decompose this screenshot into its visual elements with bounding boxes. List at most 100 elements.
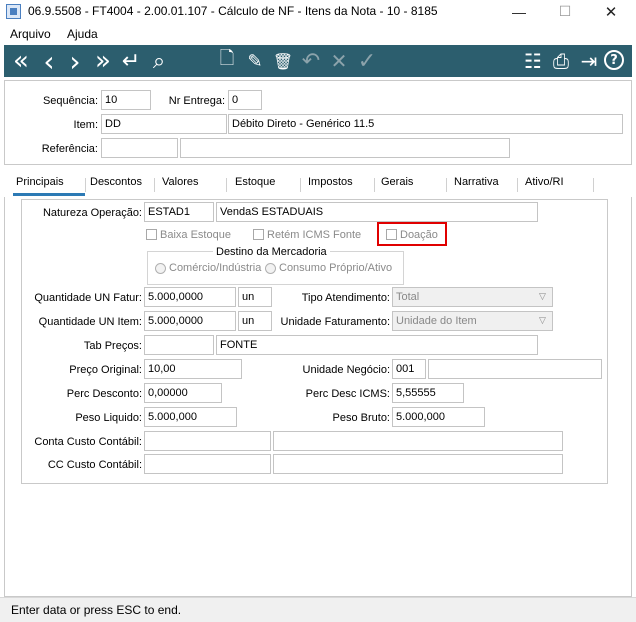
nr-entrega-field[interactable]: 0 bbox=[228, 90, 262, 110]
qtd-item-unit-field[interactable]: un bbox=[238, 311, 272, 331]
sequencia-label: Sequência: bbox=[42, 95, 98, 107]
tab-narrativa[interactable]: Narrativa bbox=[454, 176, 499, 188]
tipo-atendimento-value: Total bbox=[396, 291, 420, 303]
tipo-atendimento-label: Tipo Atendimento: bbox=[301, 292, 390, 304]
referencia-description-field[interactable] bbox=[180, 138, 510, 158]
tab-descontos[interactable]: Descontos bbox=[90, 176, 142, 188]
help-icon[interactable]: ? bbox=[604, 50, 624, 70]
tab-separator bbox=[226, 178, 227, 192]
tab-impostos[interactable]: Impostos bbox=[308, 176, 353, 188]
undo-icon[interactable]: ↶ bbox=[298, 48, 324, 74]
doacao-label: Doação bbox=[400, 229, 438, 241]
unidade-faturamento-value: Unidade do Item bbox=[396, 315, 477, 327]
tab-separator bbox=[593, 178, 594, 192]
tree-icon[interactable]: ☷ bbox=[520, 48, 546, 74]
title-bar: 06.9.5508 - FT4004 - 2.00.01.107 - Cálcu… bbox=[0, 0, 636, 23]
new-record-icon[interactable]: 🗋 bbox=[214, 48, 240, 74]
search-icon[interactable]: ⌕ bbox=[146, 48, 172, 74]
referencia-field[interactable] bbox=[101, 138, 178, 158]
close-button[interactable]: ✕ bbox=[588, 0, 634, 23]
referencia-label: Referência: bbox=[41, 143, 98, 155]
first-record-icon[interactable]: « bbox=[8, 46, 34, 76]
tab-separator bbox=[85, 178, 86, 192]
last-record-icon[interactable]: » bbox=[90, 46, 116, 76]
tab-bar: Principais Descontos Valores Estoque Imp… bbox=[4, 172, 632, 196]
unidade-negocio-label: Unidade Negócio: bbox=[302, 364, 390, 376]
exit-icon[interactable]: ⇥ bbox=[576, 48, 602, 74]
peso-liquido-field[interactable]: 5.000,000 bbox=[144, 407, 237, 427]
perc-desconto-field[interactable]: 0,00000 bbox=[144, 383, 222, 403]
chevron-down-icon: ▽ bbox=[539, 291, 546, 301]
tab-estoque[interactable]: Estoque bbox=[235, 176, 275, 188]
unidade-negocio-description-field[interactable] bbox=[428, 359, 602, 379]
retem-icms-checkbox[interactable] bbox=[253, 229, 264, 240]
conta-custo-description-field[interactable] bbox=[273, 431, 563, 451]
confirm-icon[interactable]: ✓ bbox=[354, 48, 380, 74]
tab-ativo-ri[interactable]: Ativo/RI bbox=[525, 176, 564, 188]
maximize-button[interactable]: ☐ bbox=[542, 0, 588, 23]
conta-custo-label: Conta Custo Contábil: bbox=[34, 436, 142, 448]
tab-principais[interactable]: Principais bbox=[16, 176, 64, 188]
tab-precos-description-field[interactable]: FONTE bbox=[216, 335, 538, 355]
print-icon[interactable]: ⎙ bbox=[548, 48, 574, 74]
peso-bruto-label: Peso Bruto: bbox=[332, 412, 390, 424]
tab-separator bbox=[517, 178, 518, 192]
natureza-description-field[interactable]: VendaS ESTADUAIS bbox=[216, 202, 538, 222]
qtd-item-field[interactable]: 5.000,0000 bbox=[144, 311, 236, 331]
delete-record-icon[interactable]: 🗑 bbox=[270, 48, 296, 74]
natureza-code-field[interactable]: ESTAD1 bbox=[144, 202, 214, 222]
comercio-industria-radio[interactable] bbox=[155, 263, 166, 274]
tab-gerais[interactable]: Gerais bbox=[381, 176, 413, 188]
toolbar: « ‹ › » ↵ ⌕ 🗋 ✎ 🗑 ↶ ✕ ✓ ☷ ⎙ ⇥ ? bbox=[4, 45, 632, 78]
perc-desconto-label: Perc Desconto: bbox=[66, 388, 142, 400]
app-icon bbox=[6, 4, 21, 19]
preco-original-field[interactable]: 10,00 bbox=[144, 359, 242, 379]
qtd-fatur-field[interactable]: 5.000,0000 bbox=[144, 287, 236, 307]
item-description-field[interactable]: Débito Direto - Genérico 11.5 bbox=[228, 114, 623, 134]
item-label: Item: bbox=[73, 119, 98, 131]
unidade-faturamento-select[interactable]: Unidade do Item ▽ bbox=[392, 311, 553, 331]
qtd-fatur-unit-field[interactable]: un bbox=[238, 287, 272, 307]
item-code-field[interactable]: DD bbox=[101, 114, 227, 134]
menu-ajuda[interactable]: Ajuda bbox=[67, 27, 98, 41]
tipo-atendimento-select[interactable]: Total ▽ bbox=[392, 287, 553, 307]
status-bar: Enter data or press ESC to end. bbox=[0, 597, 636, 622]
retem-icms-label: Retém ICMS Fonte bbox=[267, 229, 362, 241]
perc-desc-icms-field[interactable]: 5,55555 bbox=[392, 383, 464, 403]
cc-custo-description-field[interactable] bbox=[273, 454, 563, 474]
tab-separator bbox=[446, 178, 447, 192]
conta-custo-code-field[interactable] bbox=[144, 431, 271, 451]
doacao-checkbox[interactable] bbox=[386, 229, 397, 240]
qtd-fatur-label: Quantidade UN Fatur: bbox=[34, 292, 142, 304]
consumo-proprio-label: Consumo Próprio/Ativo bbox=[279, 262, 393, 274]
tab-precos-label: Tab Preços: bbox=[83, 340, 142, 352]
previous-record-icon[interactable]: ‹ bbox=[36, 45, 62, 78]
tab-separator bbox=[374, 178, 375, 192]
status-message: Enter data or press ESC to end. bbox=[11, 603, 182, 617]
consumo-proprio-radio[interactable] bbox=[265, 263, 276, 274]
peso-bruto-field[interactable]: 5.000,000 bbox=[392, 407, 485, 427]
goto-icon[interactable]: ↵ bbox=[118, 48, 144, 74]
tab-valores[interactable]: Valores bbox=[162, 176, 198, 188]
qtd-item-label: Quantidade UN Item: bbox=[38, 316, 142, 328]
next-record-icon[interactable]: › bbox=[62, 45, 88, 78]
nr-entrega-label: Nr Entrega: bbox=[168, 95, 225, 107]
cc-custo-code-field[interactable] bbox=[144, 454, 271, 474]
tab-precos-code-field[interactable] bbox=[144, 335, 214, 355]
peso-liquido-label: Peso Liquido: bbox=[75, 412, 142, 424]
natureza-label: Natureza Operação: bbox=[42, 207, 142, 219]
window-title: 06.9.5508 - FT4004 - 2.00.01.107 - Cálcu… bbox=[28, 4, 438, 18]
tab-separator bbox=[300, 178, 301, 192]
active-tab-indicator bbox=[13, 193, 85, 196]
preco-original-label: Preço Original: bbox=[69, 364, 142, 376]
sequencia-field[interactable]: 10 bbox=[101, 90, 151, 110]
minimize-button[interactable]: — bbox=[496, 0, 542, 23]
cancel-icon[interactable]: ✕ bbox=[326, 48, 352, 74]
baixa-estoque-checkbox[interactable] bbox=[146, 229, 157, 240]
menu-arquivo[interactable]: Arquivo bbox=[10, 27, 51, 41]
edit-record-icon[interactable]: ✎ bbox=[242, 48, 268, 74]
unidade-faturamento-label: Unidade Faturamento: bbox=[280, 316, 390, 328]
tab-separator bbox=[154, 178, 155, 192]
unidade-negocio-code-field[interactable]: 001 bbox=[392, 359, 426, 379]
destino-title: Destino da Mercadoria bbox=[213, 246, 330, 258]
